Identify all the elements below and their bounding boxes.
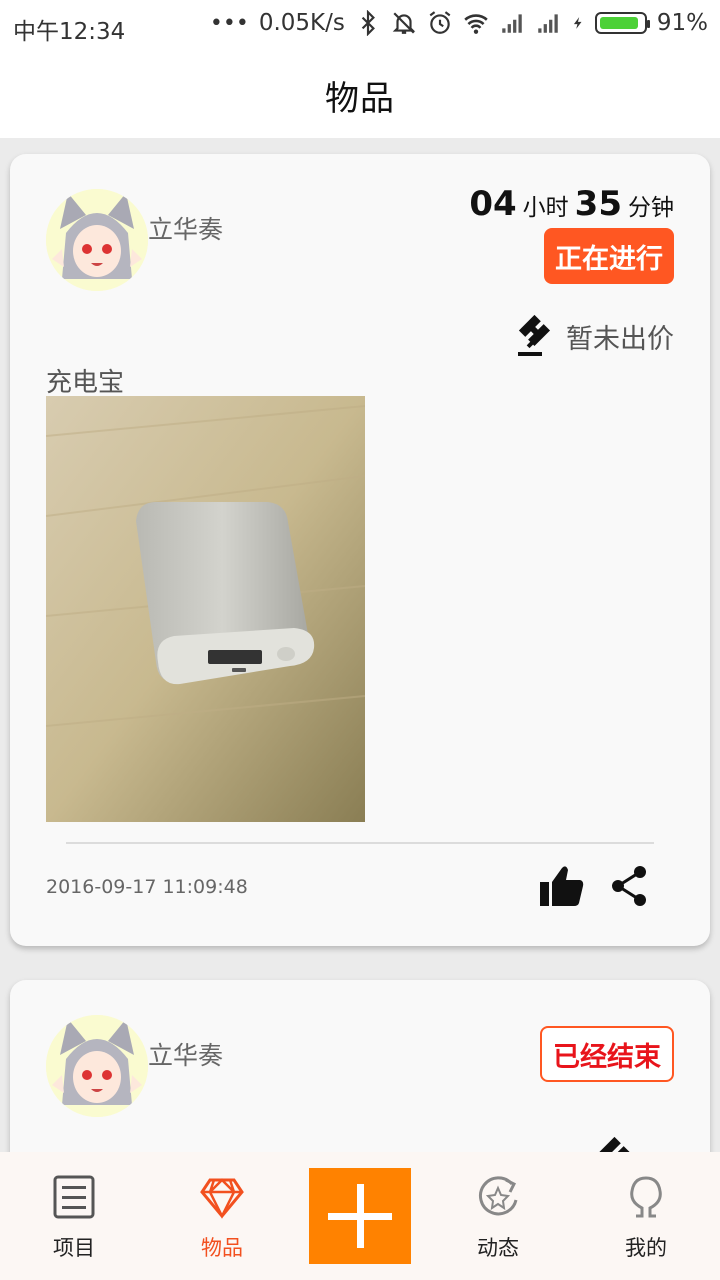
nav-label: 项目 — [53, 1236, 95, 1260]
item-card[interactable]: 立华奏 已经结束 — [10, 980, 710, 1152]
network-speed: 0.05K/s — [258, 10, 345, 36]
card-divider — [66, 842, 654, 844]
countdown-timer: 04 小时 35 分钟 — [469, 184, 674, 224]
mute-icon — [392, 12, 416, 34]
status-bar: 中午12:34 ••• 0.05K/s 91% — [0, 0, 720, 52]
status-badge: 正在进行 — [544, 228, 674, 284]
nav-label: 物品 — [201, 1236, 243, 1260]
wifi-icon — [464, 14, 488, 34]
avatar-image — [46, 1015, 148, 1117]
item-list[interactable]: 立华奏 04 小时 35 分钟 正在进行 暂未出价 充电宝 2016-09-17… — [0, 138, 720, 1152]
title-bar: 物品 — [0, 52, 720, 138]
item-name: 充电宝 — [46, 368, 125, 398]
bid-status[interactable]: 暂未出价 — [516, 314, 674, 358]
nav-item-activity[interactable]: 动态 — [438, 1152, 558, 1280]
signal-icon — [502, 14, 522, 33]
countdown-hours-unit: 小时 — [522, 195, 569, 221]
status-time: 中午12:34 — [13, 19, 126, 45]
bluetooth-icon — [361, 10, 375, 36]
status-icons: ••• 0.05K/s 91% — [210, 10, 708, 36]
item-card[interactable]: 立华奏 04 小时 35 分钟 正在进行 暂未出价 充电宝 2016-09-17… — [10, 154, 710, 946]
countdown-minutes: 35 — [574, 184, 622, 224]
countdown-minutes-unit: 分钟 — [628, 195, 674, 221]
username: 立华奏 — [148, 215, 224, 244]
plus-icon — [328, 1184, 392, 1248]
battery-icon — [594, 12, 650, 34]
avatar[interactable] — [46, 1015, 148, 1117]
status-badge: 已经结束 — [540, 1026, 674, 1082]
share-icon[interactable] — [606, 862, 654, 910]
item-date: 2016-09-17 11:09:48 — [46, 876, 248, 898]
alarm-icon — [429, 11, 451, 34]
person-icon — [630, 1176, 662, 1218]
username: 立华奏 — [148, 1041, 224, 1070]
avatar-image — [46, 189, 148, 291]
list-icon — [53, 1175, 95, 1219]
nav-label: 动态 — [477, 1236, 519, 1260]
star-refresh-icon — [479, 1176, 518, 1216]
signal-icon — [538, 14, 558, 33]
add-button[interactable] — [309, 1168, 411, 1264]
bottom-nav: 项目 物品 动态 我的 — [0, 1152, 720, 1280]
item-photo[interactable] — [46, 396, 365, 822]
nav-item-items[interactable]: 物品 — [162, 1152, 282, 1280]
charging-icon — [573, 17, 582, 29]
gavel-icon — [518, 314, 551, 356]
nav-item-mine[interactable]: 我的 — [586, 1152, 706, 1280]
battery-percent: 91% — [656, 10, 708, 36]
bid-text: 暂未出价 — [566, 323, 674, 355]
nav-label: 我的 — [625, 1236, 667, 1260]
like-icon[interactable] — [538, 862, 586, 910]
avatar[interactable] — [46, 189, 148, 291]
diamond-icon — [200, 1178, 244, 1219]
more-dots-icon: ••• — [209, 10, 249, 36]
gavel-icon — [598, 1136, 631, 1152]
page-title: 物品 — [325, 78, 395, 119]
countdown-hours: 04 — [469, 184, 517, 224]
nav-item-projects[interactable]: 项目 — [14, 1152, 134, 1280]
